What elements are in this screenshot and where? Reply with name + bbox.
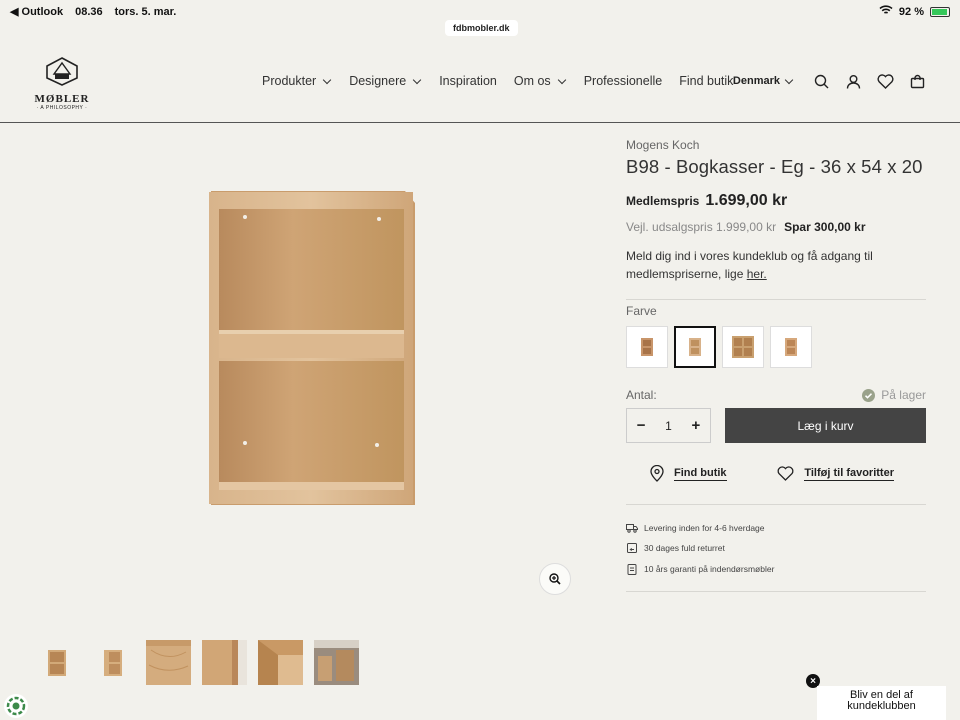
gallery-thumbnails [34,640,359,685]
thumbnail-3[interactable] [146,640,191,685]
stock-status: På lager [862,388,926,402]
club-signup-link[interactable]: her. [747,267,767,281]
feature-returns: 30 dages fuld returret [626,542,926,554]
color-swatch-4[interactable] [770,326,812,368]
popup-line-2: kundeklubben [847,700,916,712]
nav-item-designere[interactable]: Designere [349,74,422,88]
chevron-down-icon [557,75,566,84]
color-swatch-1[interactable] [626,326,668,368]
quantity-stepper: − 1 + [626,408,711,443]
thumbnail-6[interactable] [314,640,359,685]
add-to-favorites-link[interactable]: Tilføj til favoritter [777,465,894,482]
zoom-in-icon [549,573,561,585]
quantity-label: Antal: [626,388,657,402]
product-title: B98 - Bogkasser - Eg - 36 x 54 x 20 [626,156,923,177]
product-info: Mogens Koch B98 - Bogkasser - Eg - 36 x … [626,138,926,592]
color-swatch-2-selected[interactable] [674,326,716,368]
color-swatches [626,326,926,368]
nav-item-om-os[interactable]: Om os [514,74,567,88]
thumbnail-2[interactable] [90,640,135,685]
back-to-app-link[interactable]: ◀ Outlook [10,5,63,18]
product-gallery [0,124,600,624]
thumbnail-4[interactable] [202,640,247,685]
divider [626,504,926,505]
site-header: MØBLER · A PHILOSOPHY · Produkter Design… [0,40,960,123]
country-selector[interactable]: Denmark [733,75,794,87]
battery-icon [930,6,950,17]
chevron-down-icon [412,75,422,84]
search-icon[interactable] [812,72,830,90]
club-popup[interactable]: Bliv en del af kundeklubben [817,686,946,720]
nav-item-inspiration[interactable]: Inspiration [439,74,497,88]
logo-tagline: · A PHILOSOPHY · [36,105,88,111]
decrease-quantity-button[interactable]: − [637,417,646,434]
color-swatch-3[interactable] [722,326,764,368]
increase-quantity-button[interactable]: + [691,417,700,434]
logo-brand: MØBLER [34,93,90,105]
nav-item-produkter[interactable]: Produkter [262,74,332,88]
logo-mark-icon [46,57,78,86]
url-bar[interactable]: fdbmobler.dk [445,20,518,36]
product-designer[interactable]: Mogens Koch [626,138,926,152]
feature-warranty: 10 års garanti på indendørsmøbler [626,563,926,575]
recommended-price: Vejl. udsalgspris 1.999,00 kr [626,220,777,234]
divider [626,591,926,592]
quantity-value[interactable]: 1 [665,419,672,433]
chevron-down-icon [784,75,794,84]
cart-icon[interactable] [908,72,926,90]
add-to-cart-button[interactable]: Læg i kurv [725,408,926,443]
check-circle-icon [862,388,876,402]
divider [626,299,926,300]
member-price-label: Medlemspris [626,194,700,208]
nav-item-find-butik[interactable]: Find butik [679,74,733,88]
status-bar: ◀ Outlook 08.36 tors. 5. mar. 92 % [0,0,960,22]
heart-icon [777,466,794,481]
truck-icon [626,524,638,533]
battery-percent: 92 % [898,5,924,18]
color-label: Farve [626,304,657,318]
find-store-link[interactable]: Find butik [650,465,727,482]
heart-icon[interactable] [876,72,894,90]
wifi-icon [879,5,893,18]
club-info: Meld dig ind i vores kundeklub og få adg… [626,247,926,283]
member-price: 1.699,00 kr [705,192,788,209]
status-date: tors. 5. mar. [114,5,177,18]
feature-delivery: Levering inden for 4-6 hverdage [626,523,926,533]
status-time: 08.36 [75,5,103,18]
trust-badge-icon[interactable] [4,694,28,718]
zoom-button[interactable] [539,563,571,595]
feature-list: Levering inden for 4-6 hverdage 30 dages… [626,523,926,575]
main-nav: Produkter Designere Inspiration Om os Pr… [262,74,733,88]
return-icon [627,543,637,553]
warranty-icon [627,564,637,575]
stock-label: På lager [881,388,926,402]
saving-amount: Spar 300,00 kr [784,220,866,234]
account-icon[interactable] [844,72,862,90]
location-pin-icon [650,465,664,482]
product-main-image[interactable] [205,189,417,512]
thumbnail-1[interactable] [34,640,79,685]
nav-item-professionelle[interactable]: Professionelle [584,74,663,88]
chevron-down-icon [322,75,332,84]
site-logo[interactable]: MØBLER · A PHILOSOPHY · [33,56,91,111]
thumbnail-5[interactable] [258,640,303,685]
